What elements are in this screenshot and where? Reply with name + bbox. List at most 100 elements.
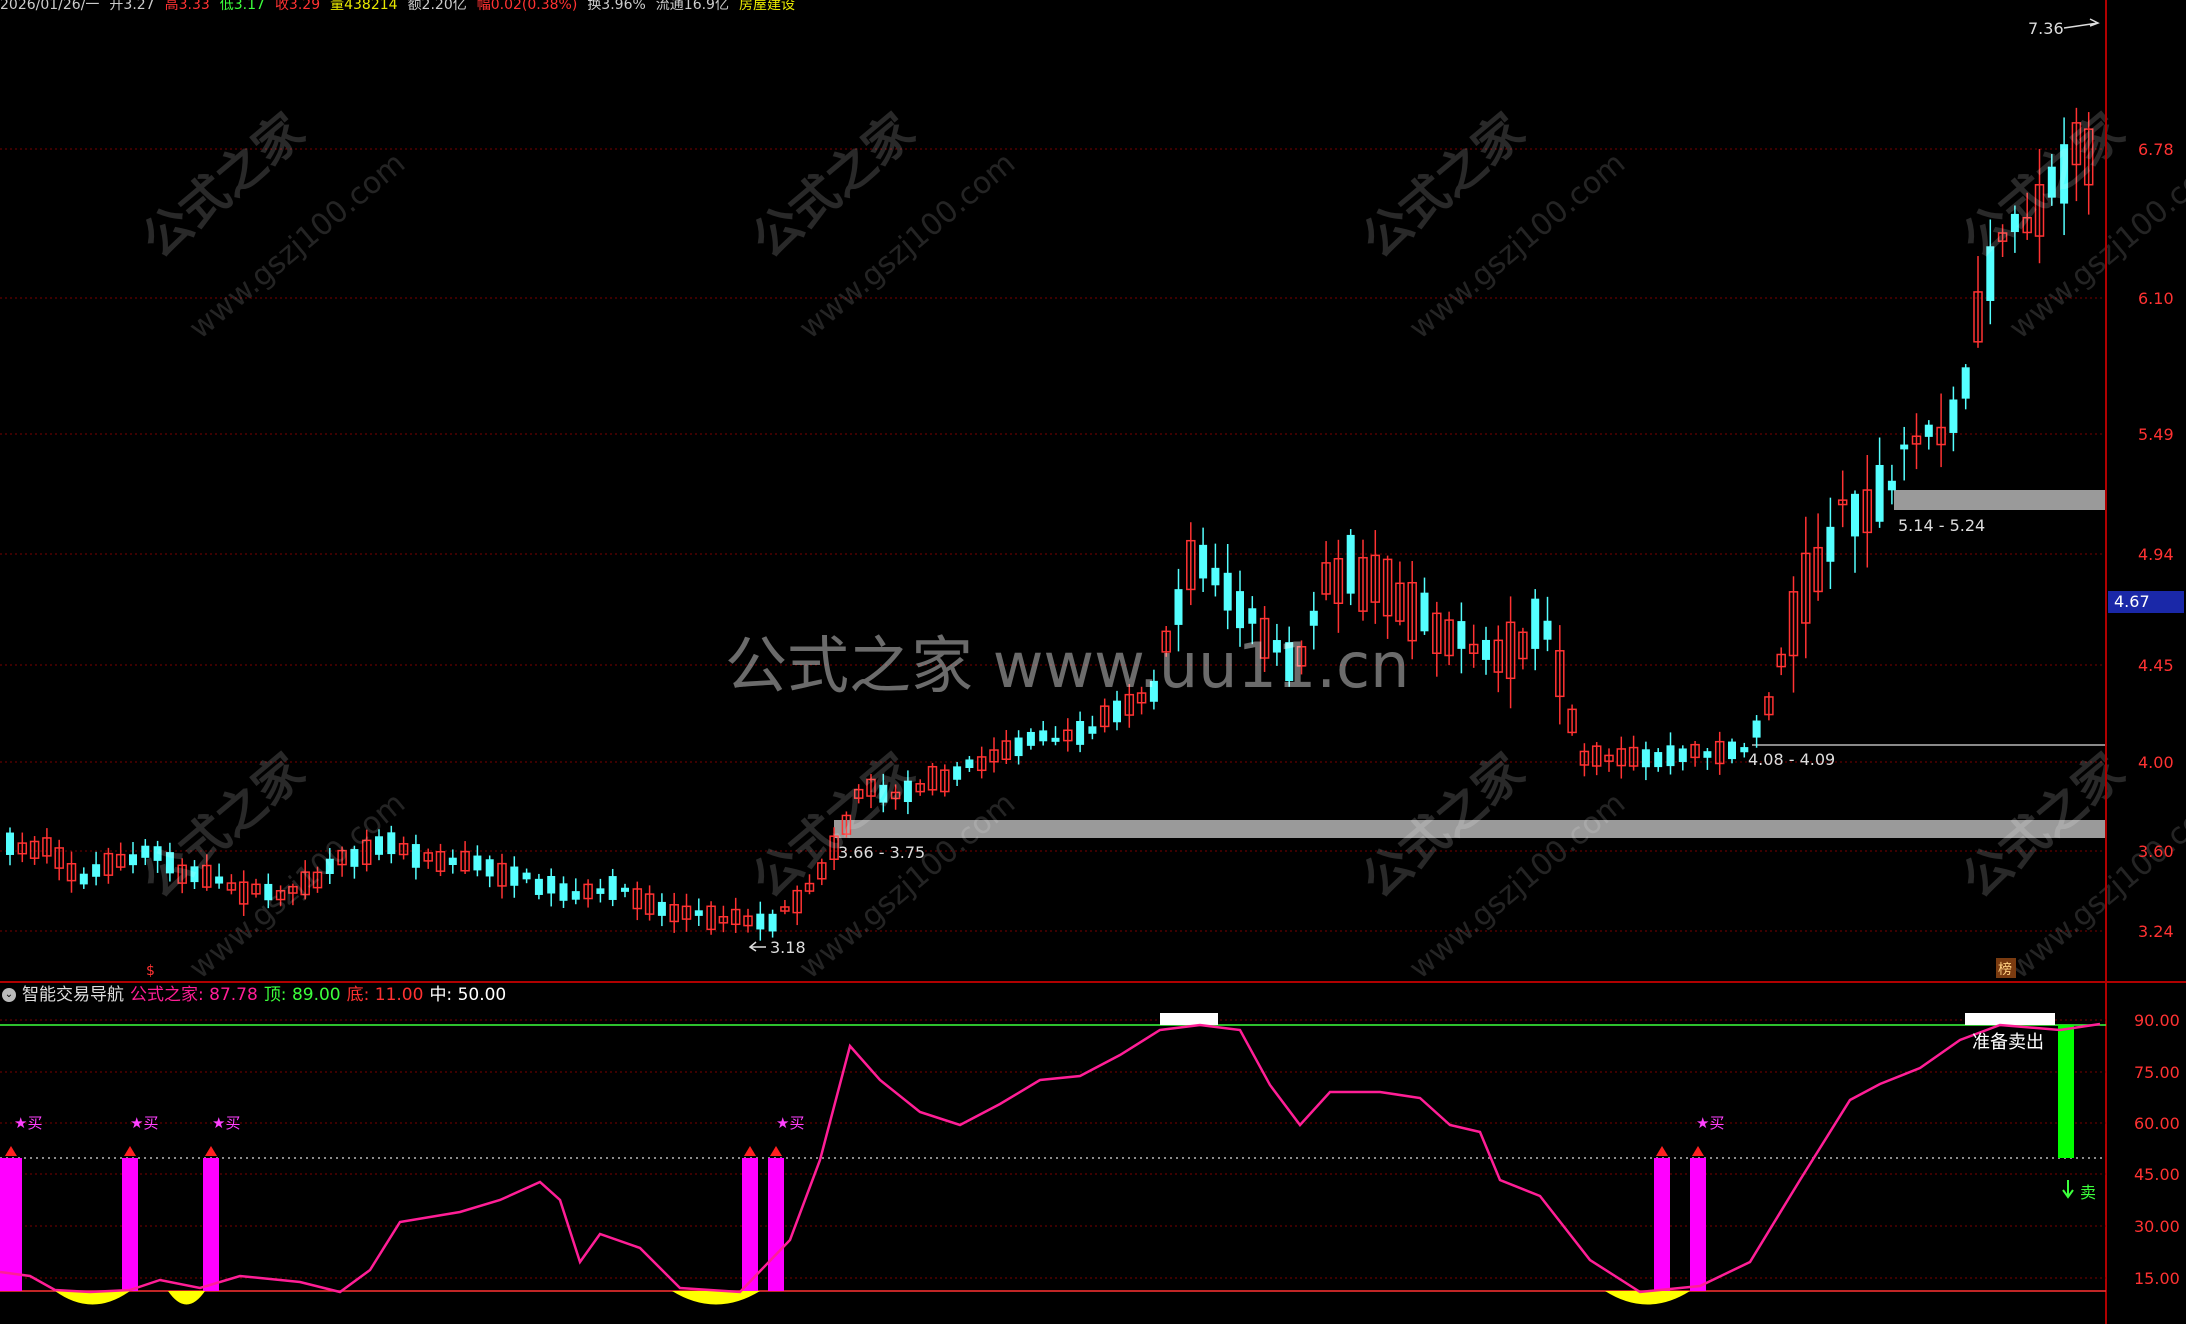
zone-high-label: 5.14 - 5.24 [1898, 516, 1985, 535]
candle-body-down [657, 901, 666, 916]
candle-body-down [768, 913, 777, 932]
low-price-label: 3.18 [770, 938, 806, 957]
buy-arrow-icon [770, 1146, 782, 1156]
buy-signal-bar [1654, 1158, 1670, 1291]
candle-body-down [1875, 464, 1884, 522]
candle-body-down [473, 855, 482, 871]
top-marker-text: 榜 [1998, 961, 2012, 978]
collapse-icon[interactable]: ⌄ [2, 988, 16, 1002]
buy-arrow-icon [5, 1146, 17, 1156]
buy-signal-bar [203, 1158, 219, 1291]
price-tick: 5.49 [2138, 425, 2174, 444]
candle-body-down [1174, 589, 1183, 625]
resistance-zone-bar [1894, 490, 2106, 510]
current-price-tag: 4.67 [2108, 591, 2184, 613]
candle-body-down [1887, 480, 1896, 491]
indicator-tick: 90.00 [2134, 1011, 2180, 1030]
candle-body-down [1703, 751, 1712, 758]
buy-signal-label: ★买 [212, 1114, 240, 1132]
indicator-series[interactable] [0, 1013, 2101, 1305]
buy-signal-label: ★买 [1696, 1114, 1724, 1132]
price-gridlines [0, 148, 2106, 932]
watermark-center: 公式之家 www.uu11.cn [725, 629, 1409, 702]
candle-body-down [621, 887, 629, 892]
candle-body-down [1211, 567, 1220, 586]
overbought-cap [1965, 1013, 2055, 1025]
candle-body-down [1420, 592, 1429, 632]
oversold-fill [1605, 1291, 1690, 1305]
candle-body-down [694, 910, 703, 916]
candle-body-down [1752, 720, 1761, 738]
candle-body-down [510, 866, 519, 886]
candle-body-down [1900, 444, 1909, 450]
buy-arrow-icon [124, 1146, 136, 1156]
candle-body-down [1728, 741, 1736, 760]
indicator-axis: 90.00 75.00 60.00 45.00 30.00 15.00 [2134, 1011, 2180, 1288]
sell-arrow-icon [2062, 1180, 2074, 1199]
indicator-top: 顶: 89.00 [263, 985, 341, 1005]
candle-body-down [953, 766, 962, 780]
chart-canvas[interactable]: 公式之家www.gszj100.com 公式之家www.gszj100.com 公式… [0, 0, 2186, 1324]
candle-body-down [1113, 700, 1121, 723]
candle-body-down [1039, 730, 1048, 742]
zone-mid-label: 4.08 - 4.09 [1748, 750, 1835, 769]
price-tick: 4.45 [2138, 656, 2174, 675]
indicator-tick: 45.00 [2134, 1165, 2180, 1184]
candle-body-down [92, 864, 101, 877]
candle-body-down [1543, 620, 1552, 640]
candle-body-down [1654, 752, 1663, 768]
price-tick: 4.00 [2138, 753, 2174, 772]
candle-body-down [448, 857, 457, 866]
candle-body-down [1346, 534, 1355, 594]
candle-body-down [1088, 726, 1097, 734]
low-arrow-icon [748, 941, 766, 952]
candle-body-down [1014, 737, 1023, 757]
candle-body-down [1678, 748, 1687, 763]
candle-body-down [1531, 598, 1540, 649]
buy-signal-label: ★买 [776, 1114, 804, 1132]
candle-body-down [1482, 639, 1490, 660]
candle-body-down [1924, 424, 1933, 437]
candle-body-down [559, 883, 568, 901]
candle-body-down [1457, 621, 1466, 649]
price-tick: 3.24 [2138, 922, 2174, 941]
oversold-fill [168, 1291, 205, 1305]
indicator-tick: 30.00 [2134, 1217, 2180, 1236]
oversold-fill [672, 1291, 760, 1305]
buy-signal-bar [1690, 1158, 1706, 1291]
candle-body-down [485, 859, 494, 877]
candle-body-down [596, 888, 605, 894]
candle-body-down [608, 876, 617, 900]
peak-price-label: 7.36 [2028, 19, 2064, 38]
price-tick: 3.60 [2138, 842, 2174, 861]
candle-body-down [1826, 526, 1835, 562]
price-tick: 4.94 [2138, 545, 2174, 564]
candle-body-down [756, 913, 765, 930]
candle-body-down [387, 832, 396, 855]
candle-body-down [522, 872, 531, 880]
indicator-tick: 60.00 [2134, 1114, 2180, 1133]
buy-arrow-icon [1692, 1146, 1704, 1156]
buy-signal-bar [0, 1158, 22, 1291]
candle-body-down [1666, 745, 1675, 767]
indicator-tick: 15.00 [2134, 1269, 2180, 1288]
buy-signal-label: ★买 [130, 1114, 158, 1132]
buy-arrow-icon [1656, 1146, 1668, 1156]
buy-signal-bar [742, 1158, 758, 1291]
peak-arrow-icon [2063, 18, 2100, 29]
candle-body-down [411, 844, 420, 868]
bottom-marker-icon: $ [146, 963, 155, 979]
sell-signal-label: 卖 [2080, 1183, 2096, 1202]
sell-signal-bar [2058, 1025, 2074, 1158]
price-tick: 6.10 [2138, 289, 2174, 308]
indicator-mid: 中: 50.00 [429, 985, 507, 1005]
overbought-cap [1160, 1013, 1218, 1025]
candle-body-down [1641, 749, 1650, 768]
buy-signal-label: ★买 [14, 1114, 42, 1132]
candle-body-down [547, 875, 556, 894]
buy-signal-bar [768, 1158, 784, 1291]
candle-body-down [215, 876, 224, 884]
candle-body-down [1051, 737, 1060, 742]
price-tick: 6.78 [2138, 140, 2174, 159]
candle-body-down [1851, 493, 1859, 537]
